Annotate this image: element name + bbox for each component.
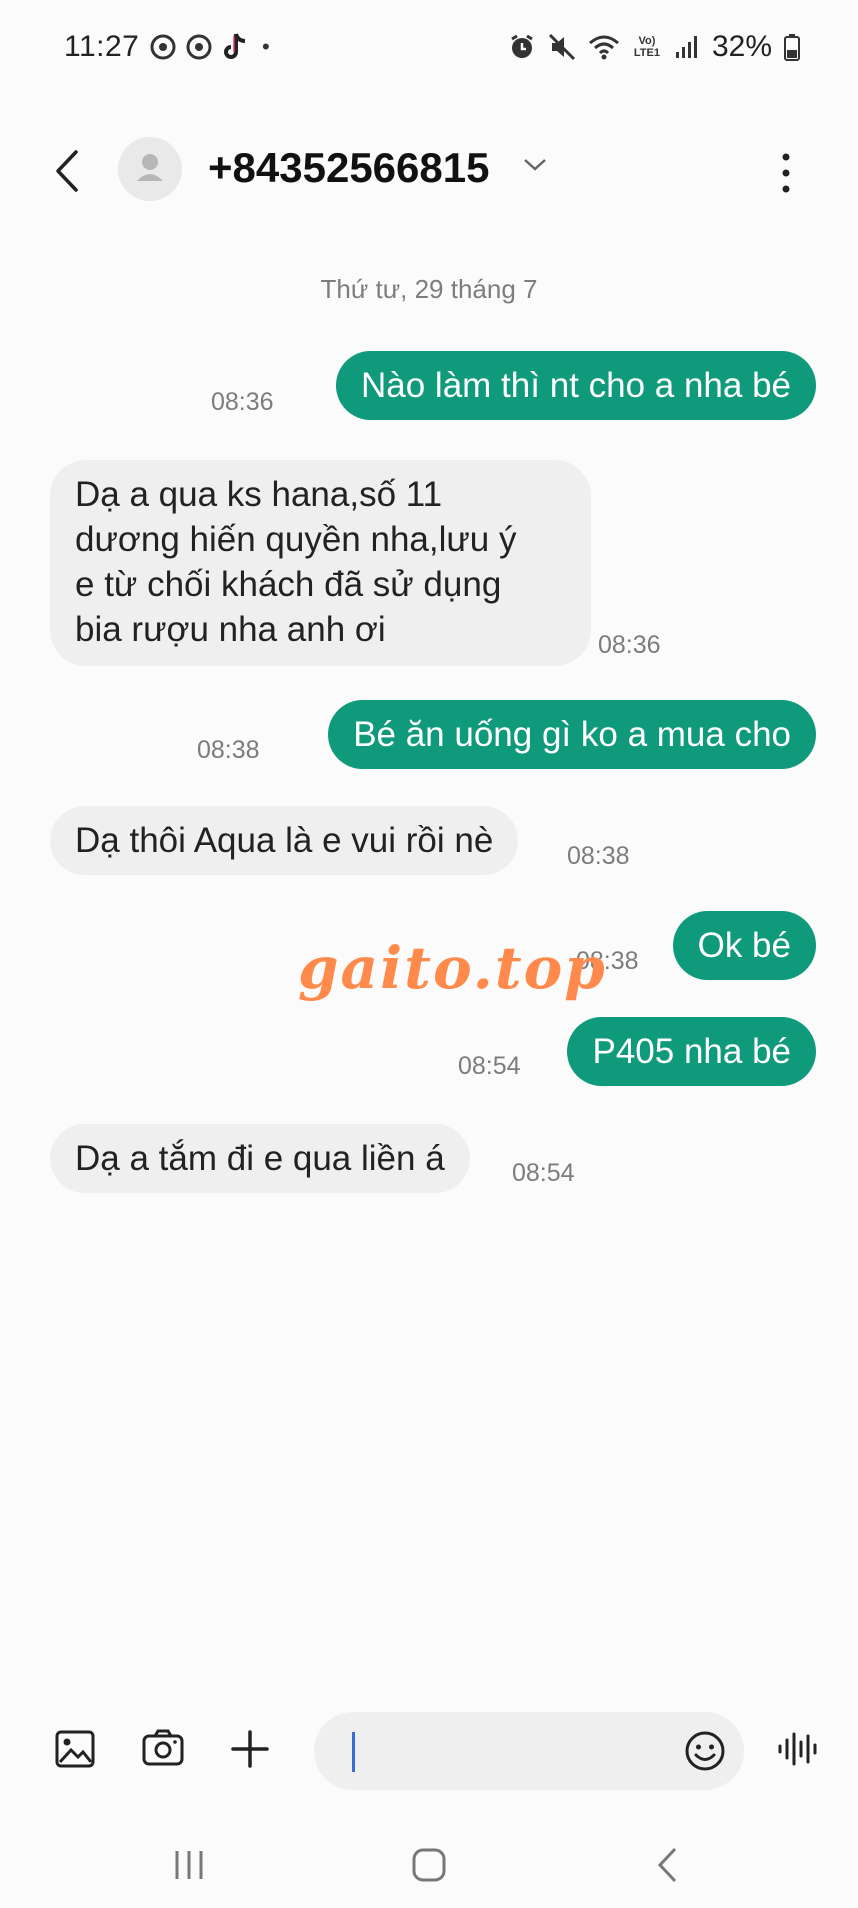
mute-icon <box>548 33 576 61</box>
message-line: dương hiến quyền nha,lưu ý <box>75 520 517 559</box>
person-icon <box>137 154 163 181</box>
voice-icon[interactable] <box>772 1724 822 1774</box>
message-time: 08:38 <box>197 736 260 764</box>
outgoing-message[interactable]: Bé ăn uống gì ko a mua cho <box>328 700 816 769</box>
gallery-icon[interactable] <box>50 1724 100 1774</box>
message-composer <box>0 1700 858 1800</box>
message-time: 08:36 <box>211 388 274 416</box>
chrome-icon <box>186 34 212 60</box>
recents-icon[interactable] <box>164 1840 214 1890</box>
watermark: gaito.top <box>298 934 607 1002</box>
camera-icon[interactable] <box>138 1724 188 1774</box>
home-icon[interactable] <box>404 1840 454 1890</box>
tiktok-icon <box>224 33 246 59</box>
date-separator: Thứ tư, 29 tháng 7 <box>320 274 538 304</box>
outgoing-message[interactable]: Ok bé <box>672 911 816 980</box>
battery-icon <box>784 34 800 61</box>
message-input[interactable] <box>314 1712 744 1790</box>
message-line: Dạ a qua ks hana,số 11 <box>75 475 443 514</box>
more-options-icon[interactable] <box>774 150 798 196</box>
outgoing-message[interactable]: Nào làm thì nt cho a nha bé <box>336 351 816 420</box>
message-time: 08:36 <box>598 631 661 659</box>
message-line: e từ chối khách đã sử dụng <box>75 565 502 604</box>
status-time: 11:27 <box>64 30 140 63</box>
network-label: Vo) LTE1 <box>633 35 660 59</box>
message-time: 08:54 <box>458 1052 521 1080</box>
contact-name[interactable]: +84352566815 <box>208 144 489 192</box>
outgoing-message[interactable]: P405 nha bé <box>567 1017 816 1086</box>
alarm-icon <box>511 34 533 58</box>
signal-icon <box>675 36 697 58</box>
status-bar: 11:27 • Vo) LTE1 32% <box>0 0 858 96</box>
notification-icons: • <box>150 32 270 62</box>
emoji-icon[interactable] <box>682 1728 728 1774</box>
system-nav-bar <box>0 1820 858 1908</box>
text-caret <box>352 1732 355 1772</box>
incoming-message[interactable]: Dạ a tắm đi e qua liền á <box>50 1124 470 1193</box>
avatar[interactable] <box>118 137 182 201</box>
message-line: bia rượu nha anh ơi <box>75 610 386 649</box>
message-time: 08:54 <box>512 1159 575 1187</box>
system-status-icons: Vo) LTE1 32% <box>508 30 800 64</box>
conversation-header: +84352566815 <box>0 120 858 220</box>
battery-percent: 32% <box>711 30 772 63</box>
wifi-icon <box>588 35 619 60</box>
back-arrow-icon[interactable] <box>46 146 86 196</box>
chrome-icon <box>150 34 176 60</box>
incoming-message[interactable]: Dạ thôi Aqua là e vui rồi nè <box>50 806 519 875</box>
plus-icon[interactable] <box>225 1724 275 1774</box>
status-dot: • <box>262 34 270 59</box>
back-icon[interactable] <box>644 1840 694 1890</box>
message-time: 08:38 <box>567 842 630 870</box>
incoming-message[interactable]: Dạ a qua ks hana,số 11 dương hiến quyền … <box>50 460 591 666</box>
chevron-down-icon[interactable] <box>522 156 548 174</box>
